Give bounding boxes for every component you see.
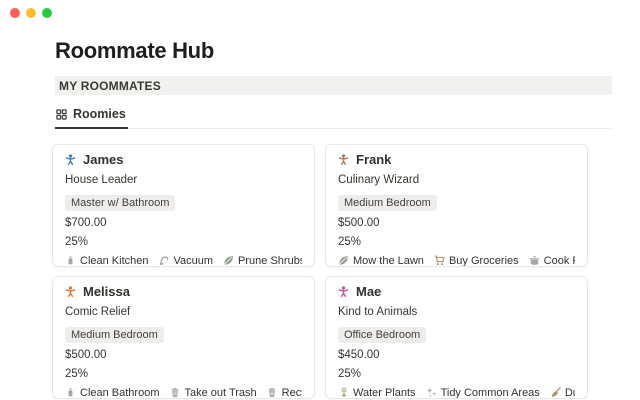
potted-flower-icon [338,387,349,398]
person-icon [65,286,76,297]
task-label: Vacuum [174,255,214,267]
vacuum-icon [159,255,170,266]
person-icon [338,286,349,297]
task-item: Prune Shrubs [223,255,302,267]
roommate-card-mae[interactable]: Mae Kind to Animals Office Bedroom $450.… [325,276,588,399]
shopping-cart-icon [434,255,445,266]
task-item: Cook Friday night dinn [529,255,575,267]
task-item: Dust House [550,387,575,399]
task-label: Dust House [565,387,575,399]
person-icon [65,154,76,165]
rent-amount: $700.00 [65,217,302,230]
task-item: Clean Kitchen [65,255,149,267]
room-tag: Office Bedroom [338,327,426,343]
roommate-role: Comic Relief [65,306,302,319]
task-item: Water Plants [338,387,416,399]
task-label: Mow the Lawn [353,255,424,267]
task-item: Vacuum [159,255,214,267]
task-list: Water Plants Tidy Common Areas Dust Hous… [338,387,575,399]
task-item: Mow the Lawn [338,255,424,267]
rent-amount: $500.00 [65,349,302,362]
roommate-name: Melissa [83,284,130,299]
leaf-icon [338,255,349,266]
rent-share: 25% [65,368,302,381]
roommate-card-melissa[interactable]: Melissa Comic Relief Medium Bedroom $500… [52,276,315,399]
roommate-card-james[interactable]: James House Leader Master w/ Bathroom $7… [52,144,315,267]
task-label: Prune Shrubs [238,255,302,267]
roommate-name: James [83,152,123,167]
trash-can-icon [170,387,181,398]
room-tag: Medium Bedroom [65,327,164,343]
task-list: Clean Bathroom Take out Trash Recycling [65,387,302,399]
task-label: Tidy Common Areas [441,387,540,399]
task-label: Buy Groceries [449,255,519,267]
task-item: Take out Trash [170,387,257,399]
roommate-name: Frank [356,152,391,167]
task-label: Recycling [282,387,302,399]
cooking-pot-icon [529,255,540,266]
rent-amount: $500.00 [338,217,575,230]
page-title: Roommate Hub [55,38,612,64]
room-tag: Medium Bedroom [338,195,437,211]
task-item: Buy Groceries [434,255,519,267]
task-label: Clean Bathroom [80,387,160,399]
soap-bottle-icon [65,255,76,266]
task-label: Take out Trash [185,387,257,399]
task-label: Clean Kitchen [80,255,149,267]
task-list: Clean Kitchen Vacuum Prune Shrubs [65,255,302,267]
task-item: Recycling [267,387,302,399]
task-item: Clean Bathroom [65,387,160,399]
close-button[interactable] [10,8,20,18]
rent-share: 25% [65,236,302,249]
roommate-gallery: James House Leader Master w/ Bathroom $7… [52,144,612,399]
sparkles-icon [426,387,437,398]
task-label: Water Plants [353,387,416,399]
room-tag: Master w/ Bathroom [65,195,175,211]
task-label: Cook Friday night dinn [544,255,575,267]
section-header-label: MY ROOMMATES [59,79,161,93]
minimize-button[interactable] [26,8,36,18]
trash-can-icon [267,387,278,398]
roommate-role: House Leader [65,174,302,187]
task-list: Mow the Lawn Buy Groceries Cook Friday n… [338,255,575,267]
tab-label: Roomies [73,107,126,121]
rent-share: 25% [338,236,575,249]
zoom-button[interactable] [42,8,52,18]
section-header: MY ROOMMATES [55,76,612,95]
roommate-name: Mae [356,284,381,299]
task-item: Tidy Common Areas [426,387,540,399]
broom-icon [550,387,561,398]
roommate-role: Culinary Wizard [338,174,575,187]
rent-share: 25% [338,368,575,381]
gallery-view-icon [56,109,67,120]
roommate-role: Kind to Animals [338,306,575,319]
window-titlebar [0,0,640,24]
rent-amount: $450.00 [338,349,575,362]
tab-roomies[interactable]: Roomies [55,104,128,129]
leaf-icon [223,255,234,266]
roommate-card-frank[interactable]: Frank Culinary Wizard Medium Bedroom $50… [325,144,588,267]
person-icon [338,154,349,165]
view-tabbar: Roomies [55,104,612,129]
soap-bottle-icon [65,387,76,398]
